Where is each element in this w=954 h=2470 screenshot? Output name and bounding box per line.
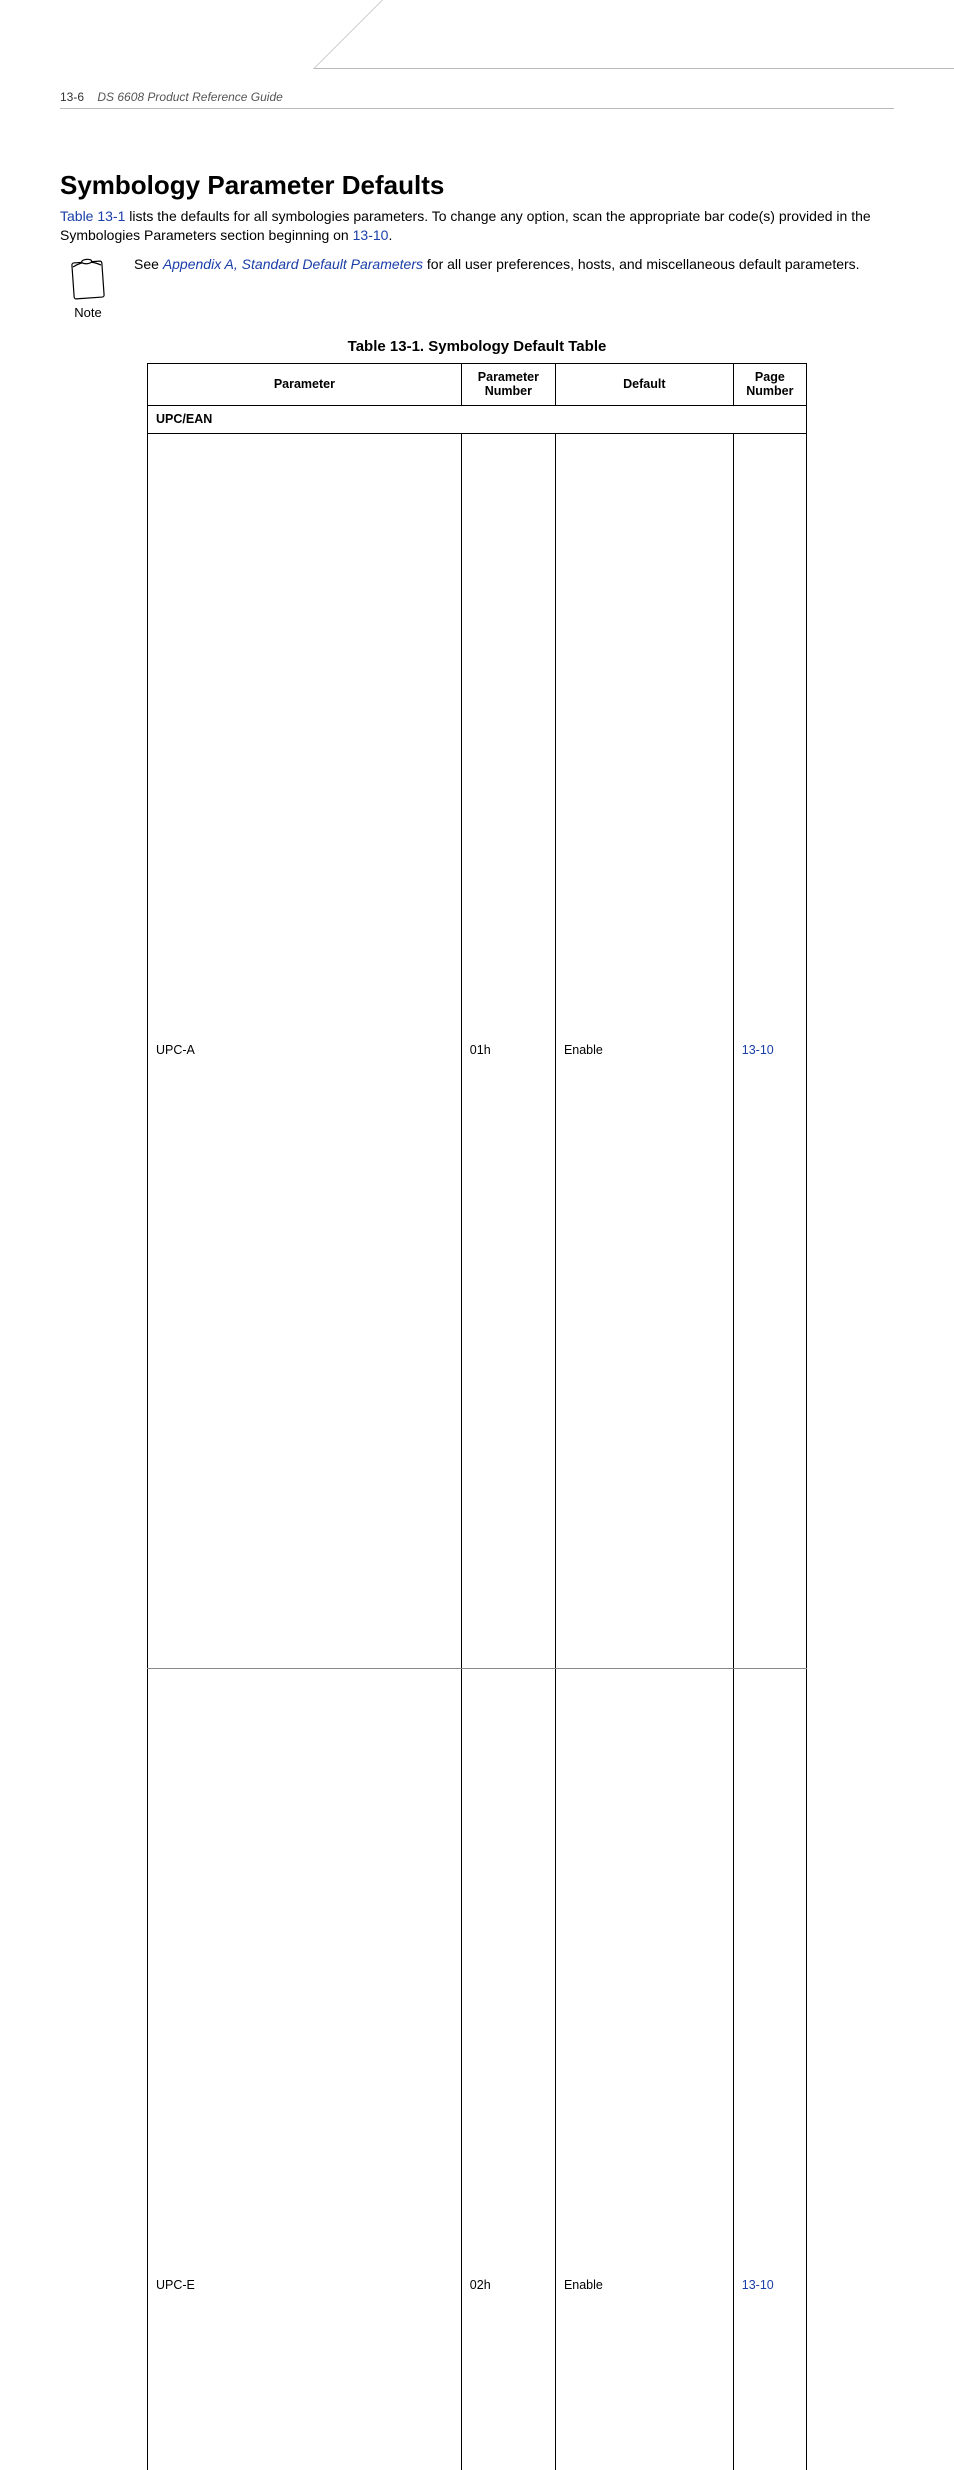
note-text: See Appendix A, Standard Default Paramet… — [134, 255, 860, 274]
note-paper-icon — [64, 255, 112, 303]
col-parameter-number: Parameter Number — [461, 363, 555, 405]
intro-text-post: . — [388, 227, 392, 243]
intro-paragraph: Table 13-1 lists the defaults for all sy… — [60, 207, 894, 245]
cell-parameter-number: 01h — [461, 434, 555, 1669]
doc-title: DS 6608 Product Reference Guide — [97, 90, 282, 104]
table-row: UPC-A01hEnable13-10 — [148, 434, 807, 1669]
note-label: Note — [74, 305, 101, 320]
cell-parameter: UPC-A — [148, 434, 462, 1669]
table-header-row: Parameter Parameter Number Default Page … — [148, 363, 807, 405]
symbology-default-table: Parameter Parameter Number Default Page … — [147, 363, 807, 2470]
note-block: Note See Appendix A, Standard Default Pa… — [60, 255, 894, 320]
cell-page-link[interactable]: 13-10 — [733, 434, 806, 1669]
appendix-link[interactable]: Appendix A, Standard Default Parameters — [163, 256, 423, 272]
page-ref-link[interactable]: 13-10 — [353, 227, 389, 243]
cell-default: Enable — [555, 434, 733, 1669]
page-fold-decoration — [313, 0, 954, 69]
cell-default: Enable — [555, 1669, 733, 2470]
col-parameter: Parameter — [148, 363, 462, 405]
table-title: Table 13-1. Symbology Default Table — [60, 338, 894, 355]
table-row: UPC-E02hEnable13-10 — [148, 1669, 807, 2470]
page-number-label: 13-6 — [60, 90, 84, 104]
section-title: Symbology Parameter Defaults — [60, 170, 894, 201]
table-ref-link[interactable]: Table 13-1 — [60, 208, 125, 224]
cell-parameter: UPC-E — [148, 1669, 462, 2470]
cell-parameter-number: 02h — [461, 1669, 555, 2470]
note-pre: See — [134, 256, 163, 272]
intro-text-mid: lists the defaults for all symbologies p… — [60, 208, 871, 243]
cell-page-link[interactable]: 13-10 — [733, 1669, 806, 2470]
note-icon: Note — [60, 255, 116, 320]
header-rule — [60, 108, 894, 109]
table-section-name: UPC/EAN — [148, 405, 807, 434]
page: 13-6 DS 6608 Product Reference Guide Sym… — [0, 0, 954, 1235]
note-post: for all user preferences, hosts, and mis… — [423, 256, 860, 272]
running-header: 13-6 DS 6608 Product Reference Guide — [60, 90, 283, 104]
col-page-number: Page Number — [733, 363, 806, 405]
col-default: Default — [555, 363, 733, 405]
table-section-row: UPC/EAN — [148, 405, 807, 434]
